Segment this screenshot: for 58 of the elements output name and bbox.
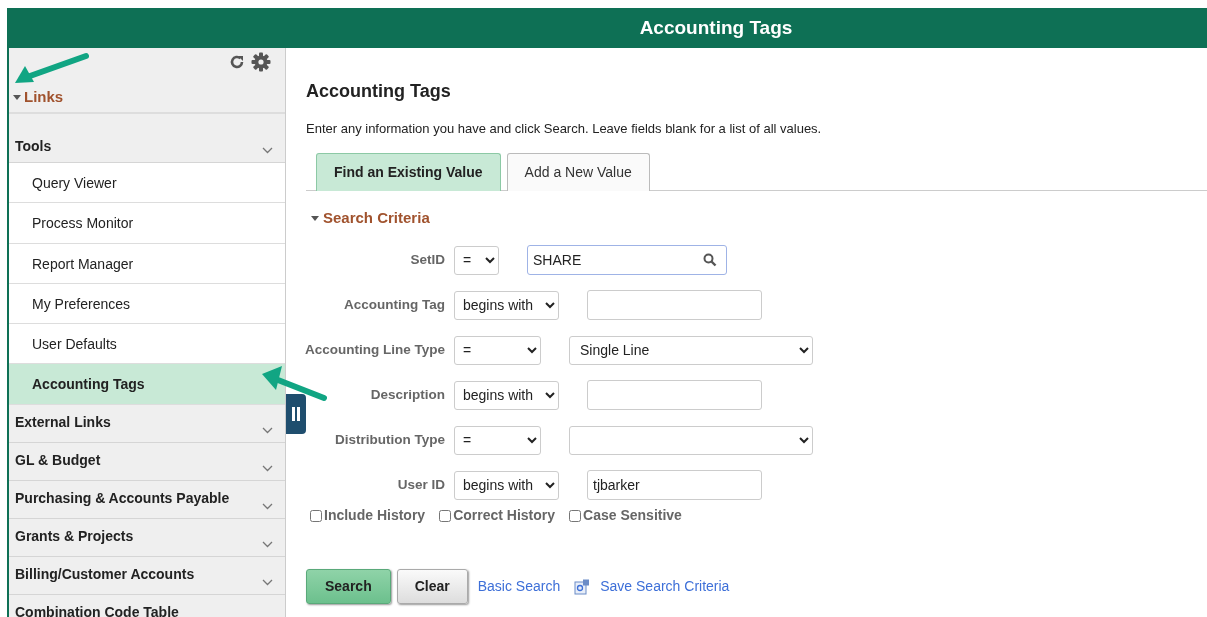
sidebar-group[interactable]: Billing/Customer Accounts: [9, 556, 285, 595]
clear-button[interactable]: Clear: [396, 569, 468, 604]
chevron-down-icon: [262, 502, 273, 510]
operator-dropdown[interactable]: =: [454, 425, 541, 455]
chevron-down-icon: [262, 426, 273, 434]
operator-dropdown[interactable]: =: [454, 245, 499, 275]
section-title[interactable]: Search Criteria: [323, 206, 430, 229]
save-search-icon[interactable]: [574, 578, 591, 595]
field-label: Description: [369, 385, 446, 404]
checkbox[interactable]: [439, 509, 452, 522]
input-field[interactable]: [587, 380, 762, 410]
refresh-icon[interactable]: [229, 54, 245, 70]
tab[interactable]: Add a New Value: [506, 152, 650, 191]
checkbox-label: Include History: [324, 506, 426, 525]
checkbox-label: Correct History: [453, 506, 556, 525]
operator-dropdown[interactable]: begins with: [454, 470, 559, 500]
page-title: Accounting Tags: [306, 80, 452, 103]
field-label: SetID: [409, 250, 446, 269]
operator-dropdown[interactable]: begins with: [454, 290, 559, 320]
collapse-sidebar-button[interactable]: [286, 394, 306, 434]
sidebar-item[interactable]: My Preferences: [9, 283, 285, 325]
value-dropdown[interactable]: Single Line: [569, 335, 813, 365]
chevron-down-icon: [262, 578, 273, 586]
input-field[interactable]: tjbarker: [587, 470, 762, 500]
instructions-text: Enter any information you have and click Search. Leave fields blank for a list of all values.: [306, 120, 823, 138]
link[interactable]: Save Search Criteria: [600, 576, 730, 597]
sidebar-group[interactable]: External Links: [9, 404, 285, 443]
chevron-down-icon: [262, 147, 273, 154]
search-icon[interactable]: [703, 253, 717, 267]
field-label: Accounting Tag: [343, 295, 446, 314]
sidebar-item[interactable]: User Defaults: [9, 324, 285, 365]
checkbox[interactable]: [310, 509, 322, 522]
section-title[interactable]: Links: [24, 85, 64, 108]
page-header-title: Accounting Tags: [638, 15, 794, 40]
checkbox[interactable]: [569, 509, 582, 522]
search-button[interactable]: Search: [306, 569, 391, 604]
link[interactable]: Basic Search: [477, 576, 561, 597]
field-label: Distribution Type: [334, 430, 446, 449]
chevron-down-icon: [262, 540, 273, 548]
operator-dropdown[interactable]: =: [454, 335, 541, 365]
input-field[interactable]: [587, 290, 762, 320]
field-label: User ID: [396, 475, 446, 494]
sidebar-group[interactable]: Grants & Projects: [9, 518, 285, 557]
sidebar-group[interactable]: Combination Code Table: [9, 594, 285, 617]
annotation-arrow: [262, 366, 327, 401]
sidebar-item[interactable]: Report Manager: [9, 243, 285, 284]
settings-icon[interactable]: [251, 52, 271, 72]
sidebar-group[interactable]: Purchasing & Accounts Payable: [9, 480, 285, 519]
sidebar-group[interactable]: GL & Budget: [9, 442, 285, 481]
chevron-down-icon: [262, 464, 273, 472]
operator-dropdown[interactable]: begins with: [454, 380, 559, 410]
checkbox-label: Case Sensitive: [583, 506, 682, 525]
tab[interactable]: Find an Existing Value: [316, 152, 501, 191]
sidebar-item[interactable]: Process Monitor: [9, 203, 285, 244]
sidebar-item[interactable]: Accounting Tags: [9, 364, 285, 405]
sidebar-item[interactable]: Query Viewer: [9, 163, 285, 204]
field-label: Accounting Line Type: [304, 340, 446, 359]
lookup-field[interactable]: SHARE: [527, 245, 727, 275]
